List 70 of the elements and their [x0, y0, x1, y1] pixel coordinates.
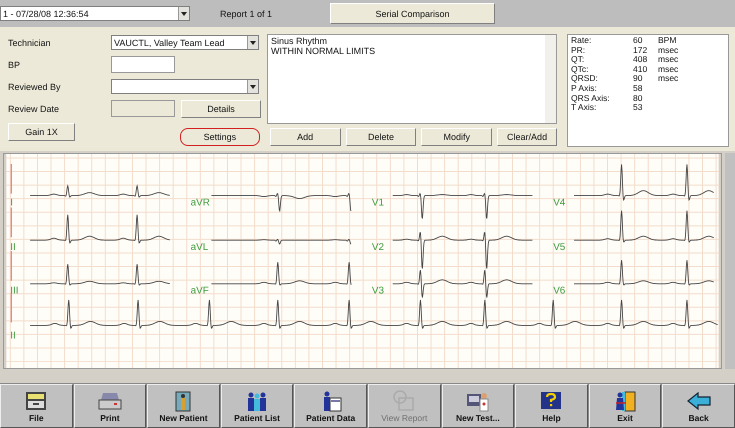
details-button[interactable]: Details	[181, 100, 261, 118]
calibration-mark	[10, 208, 12, 238]
measurement-label: Rate:	[571, 36, 592, 46]
measurement-value: 172	[633, 46, 648, 56]
measurement-value: 53	[633, 103, 644, 113]
measurement-value: 80	[633, 94, 644, 104]
lead-label: aVF	[190, 286, 209, 297]
measurement-unit: msec	[658, 55, 680, 65]
measurement-label: T Axis:	[571, 103, 598, 113]
interpretation-line: Sinus Rhythm	[271, 36, 328, 46]
report-count: Report 1 of 1	[220, 8, 274, 18]
bp-input[interactable]	[111, 56, 175, 73]
lead-label: V1	[372, 198, 384, 209]
lead-label: aVL	[190, 242, 208, 254]
toolbar-button[interactable]: Exit	[588, 384, 662, 428]
action-button[interactable]: Modify	[421, 128, 492, 146]
toolbar-button[interactable]: Back	[662, 384, 735, 428]
lead-label: V5	[553, 242, 566, 254]
scrollbar[interactable]	[545, 35, 556, 123]
lead-label: V4	[553, 198, 566, 209]
bp-label: BP	[8, 60, 22, 70]
measurement-value: 58	[633, 84, 644, 94]
measurement-label: QT:	[571, 55, 586, 65]
lead-label: V2	[372, 242, 384, 254]
toolbar-button[interactable]: Patient Data	[294, 384, 367, 428]
measurement-label: PR:	[571, 46, 586, 56]
lead-label: V3	[372, 286, 384, 297]
measurement-label: QRS Axis:	[571, 94, 611, 104]
calibration-mark	[10, 164, 12, 194]
serial-comparison-button[interactable]: Serial Comparison	[330, 3, 495, 24]
review-date-label: Review Date	[8, 104, 60, 114]
calibration-mark	[10, 292, 12, 322]
lead-label: III	[10, 286, 19, 297]
measurement-value: 408	[633, 55, 648, 65]
review-date-field[interactable]	[111, 100, 175, 117]
toolbar-button[interactable]: Help	[515, 384, 588, 428]
measurement-unit: msec	[658, 74, 680, 84]
lead-label: II	[10, 242, 16, 254]
report-select[interactable]: 1 - 07/28/08 12:36:54	[0, 6, 190, 21]
measurement-value: 410	[633, 64, 648, 74]
measurement-value: 60	[633, 36, 644, 46]
measurement-unit: msec	[658, 46, 680, 56]
measurement-label: QTc:	[571, 64, 590, 74]
action-button[interactable]: Settings	[180, 128, 260, 146]
action-button[interactable]: Clear/Add	[497, 128, 557, 146]
technician-label: Technician	[8, 38, 52, 48]
action-button[interactable]: Add	[270, 128, 341, 146]
calibration-mark	[10, 251, 12, 281]
lead-label: V6	[553, 286, 566, 297]
toolbar-button[interactable]: New Patient	[147, 384, 220, 428]
toolbar-button[interactable]: Print	[74, 384, 146, 428]
measurement-value: 90	[633, 74, 644, 84]
action-button[interactable]: Delete	[346, 128, 416, 146]
interpretation-line: WITHIN NORMAL LIMITS	[271, 46, 376, 56]
measurement-label: QRSD:	[571, 74, 599, 84]
back-arrow-icon	[686, 390, 712, 412]
measurement-unit: msec	[658, 64, 680, 74]
toolbar-button[interactable]: File	[0, 384, 73, 428]
reviewed-by-select[interactable]	[111, 79, 259, 94]
lead-label: II	[10, 330, 16, 342]
toolbar-button[interactable]: Patient List	[220, 384, 294, 428]
toolbar-button[interactable]: New Test...	[442, 384, 514, 428]
measurement-unit: BPM	[658, 36, 678, 46]
interpretation-box[interactable]: Sinus Rhythm WITHIN NORMAL LIMITS	[267, 34, 557, 124]
lead-label: I	[10, 198, 14, 209]
reviewed-by-label: Reviewed By	[8, 82, 62, 92]
lead-label: aVR	[190, 198, 210, 209]
gain-button[interactable]: Gain 1X	[8, 122, 75, 140]
technician-select[interactable]: VAUCTL, Valley Team Lead	[111, 35, 259, 50]
measurement-label: P Axis:	[571, 84, 597, 94]
